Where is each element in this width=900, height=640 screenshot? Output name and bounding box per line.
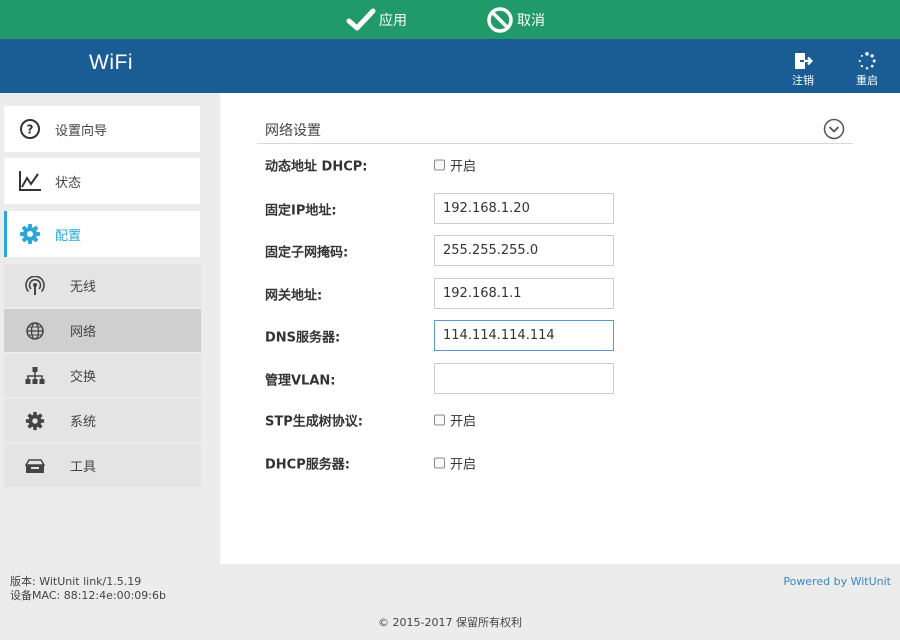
logout-icon xyxy=(795,53,813,69)
globe-icon xyxy=(23,321,47,341)
row-gateway: 网关地址: xyxy=(265,278,825,310)
mask-label: 固定子网掩码: xyxy=(265,245,349,261)
vlan-input[interactable] xyxy=(434,363,614,394)
gateway-input[interactable] xyxy=(434,278,614,309)
wireless-icon xyxy=(23,275,47,296)
cancel-button[interactable]: 取消 xyxy=(486,0,545,39)
ip-label: 固定IP地址: xyxy=(265,203,337,219)
checkbox-box[interactable] xyxy=(434,457,445,469)
help-circle-icon: ? xyxy=(17,118,43,140)
gear-icon xyxy=(17,223,43,245)
checkbox-label: 开启 xyxy=(450,414,477,430)
sidebar-subitem-label: 交换 xyxy=(70,370,97,385)
sidebar-subitem-system[interactable]: 系统 xyxy=(4,399,201,443)
brand-title: WiFi xyxy=(89,51,133,74)
logout-button[interactable]: 注销 xyxy=(783,52,823,88)
action-bar: 应用 取消 xyxy=(0,0,900,39)
row-stp: STP生成树协议: 开启 xyxy=(265,404,825,436)
row-vlan: 管理VLAN: xyxy=(265,363,825,395)
sidebar-item-config[interactable]: 配置 xyxy=(4,211,200,257)
ip-input[interactable] xyxy=(434,193,614,224)
checkbox-label: 开启 xyxy=(450,159,477,175)
stp-label: STP生成树协议: xyxy=(265,414,363,430)
copyright: © 2015-2017 保留所有权利 xyxy=(378,616,522,629)
dns-label: DNS服务器: xyxy=(265,330,341,346)
collapse-toggle[interactable] xyxy=(823,118,845,140)
vlan-label: 管理VLAN: xyxy=(265,373,336,389)
toolbox-icon xyxy=(23,457,47,475)
cancel-icon xyxy=(487,6,513,33)
stp-checkbox[interactable]: 开启 xyxy=(434,411,476,430)
sidebar-subitem-switch[interactable]: 交换 xyxy=(4,354,201,398)
section-divider xyxy=(257,143,853,144)
sidebar-subitem-network[interactable]: 网络 xyxy=(4,309,201,353)
chevron-down-icon xyxy=(823,118,845,140)
apply-button[interactable]: 应用 xyxy=(346,0,407,39)
version-text: 版本: WitUnit link/1.5.19 xyxy=(10,575,142,588)
sidebar-subitem-wireless[interactable]: 无线 xyxy=(4,264,201,308)
cancel-label: 取消 xyxy=(517,12,545,29)
gear-icon xyxy=(23,411,47,431)
network-tree-icon xyxy=(23,366,47,386)
reboot-spinner-icon xyxy=(858,52,876,70)
sidebar-item-label: 设置向导 xyxy=(55,123,108,139)
checkbox-label: 开启 xyxy=(450,457,477,473)
row-ip: 固定IP地址: xyxy=(265,193,825,225)
sidebar: ? 设置向导 状态 配置 无线 网络 交换 系统 工具 xyxy=(0,93,220,564)
svg-text:?: ? xyxy=(27,123,34,137)
logout-label: 注销 xyxy=(792,74,814,87)
footer: 版本: WitUnit link/1.5.19 设备MAC: 88:12:4e:… xyxy=(0,564,900,640)
dhcp-server-checkbox[interactable]: 开启 xyxy=(434,454,476,473)
row-dhcp-server: DHCP服务器: 开启 xyxy=(265,447,825,479)
checkbox-box[interactable] xyxy=(434,159,445,171)
row-mask: 固定子网掩码: xyxy=(265,235,825,267)
sidebar-subitem-label: 工具 xyxy=(70,460,97,475)
row-dhcp: 动态地址 DHCP: 开启 xyxy=(265,149,825,181)
header: WiFi 注销 重启 xyxy=(0,39,900,93)
section-title: 网络设置 xyxy=(265,123,321,139)
main-content: 网络设置 动态地址 DHCP: 开启 固定IP地址: 固定子网掩码: 网关地址:… xyxy=(220,93,900,564)
apply-label: 应用 xyxy=(379,12,407,29)
dns-input[interactable] xyxy=(434,320,614,351)
row-dns: DNS服务器: xyxy=(265,320,825,352)
reboot-label: 重启 xyxy=(856,74,878,87)
dhcp-label: 动态地址 DHCP: xyxy=(265,159,368,175)
reboot-button[interactable]: 重启 xyxy=(847,52,887,88)
sidebar-item-label: 配置 xyxy=(55,228,82,244)
dhcp-server-label: DHCP服务器: xyxy=(265,457,350,473)
sidebar-subitem-label: 无线 xyxy=(70,280,97,295)
dhcp-checkbox[interactable]: 开启 xyxy=(434,156,476,175)
mask-input[interactable] xyxy=(434,235,614,266)
sidebar-subitem-label: 网络 xyxy=(70,325,97,340)
sidebar-item-status[interactable]: 状态 xyxy=(4,158,200,204)
sidebar-item-label: 状态 xyxy=(55,175,82,191)
sidebar-subitem-tools[interactable]: 工具 xyxy=(4,444,201,488)
checkbox-box[interactable] xyxy=(434,414,445,426)
sidebar-subitem-label: 系统 xyxy=(70,415,97,430)
checkmark-icon xyxy=(346,8,376,30)
line-chart-icon xyxy=(17,170,43,192)
gateway-label: 网关地址: xyxy=(265,288,323,304)
sidebar-item-wizard[interactable]: ? 设置向导 xyxy=(4,106,200,152)
version-info: 版本: WitUnit link/1.5.19 设备MAC: 88:12:4e:… xyxy=(10,575,166,603)
mac-text: 设备MAC: 88:12:4e:00:09:6b xyxy=(10,589,166,602)
powered-by-link[interactable]: Powered by WitUnit xyxy=(783,575,891,588)
